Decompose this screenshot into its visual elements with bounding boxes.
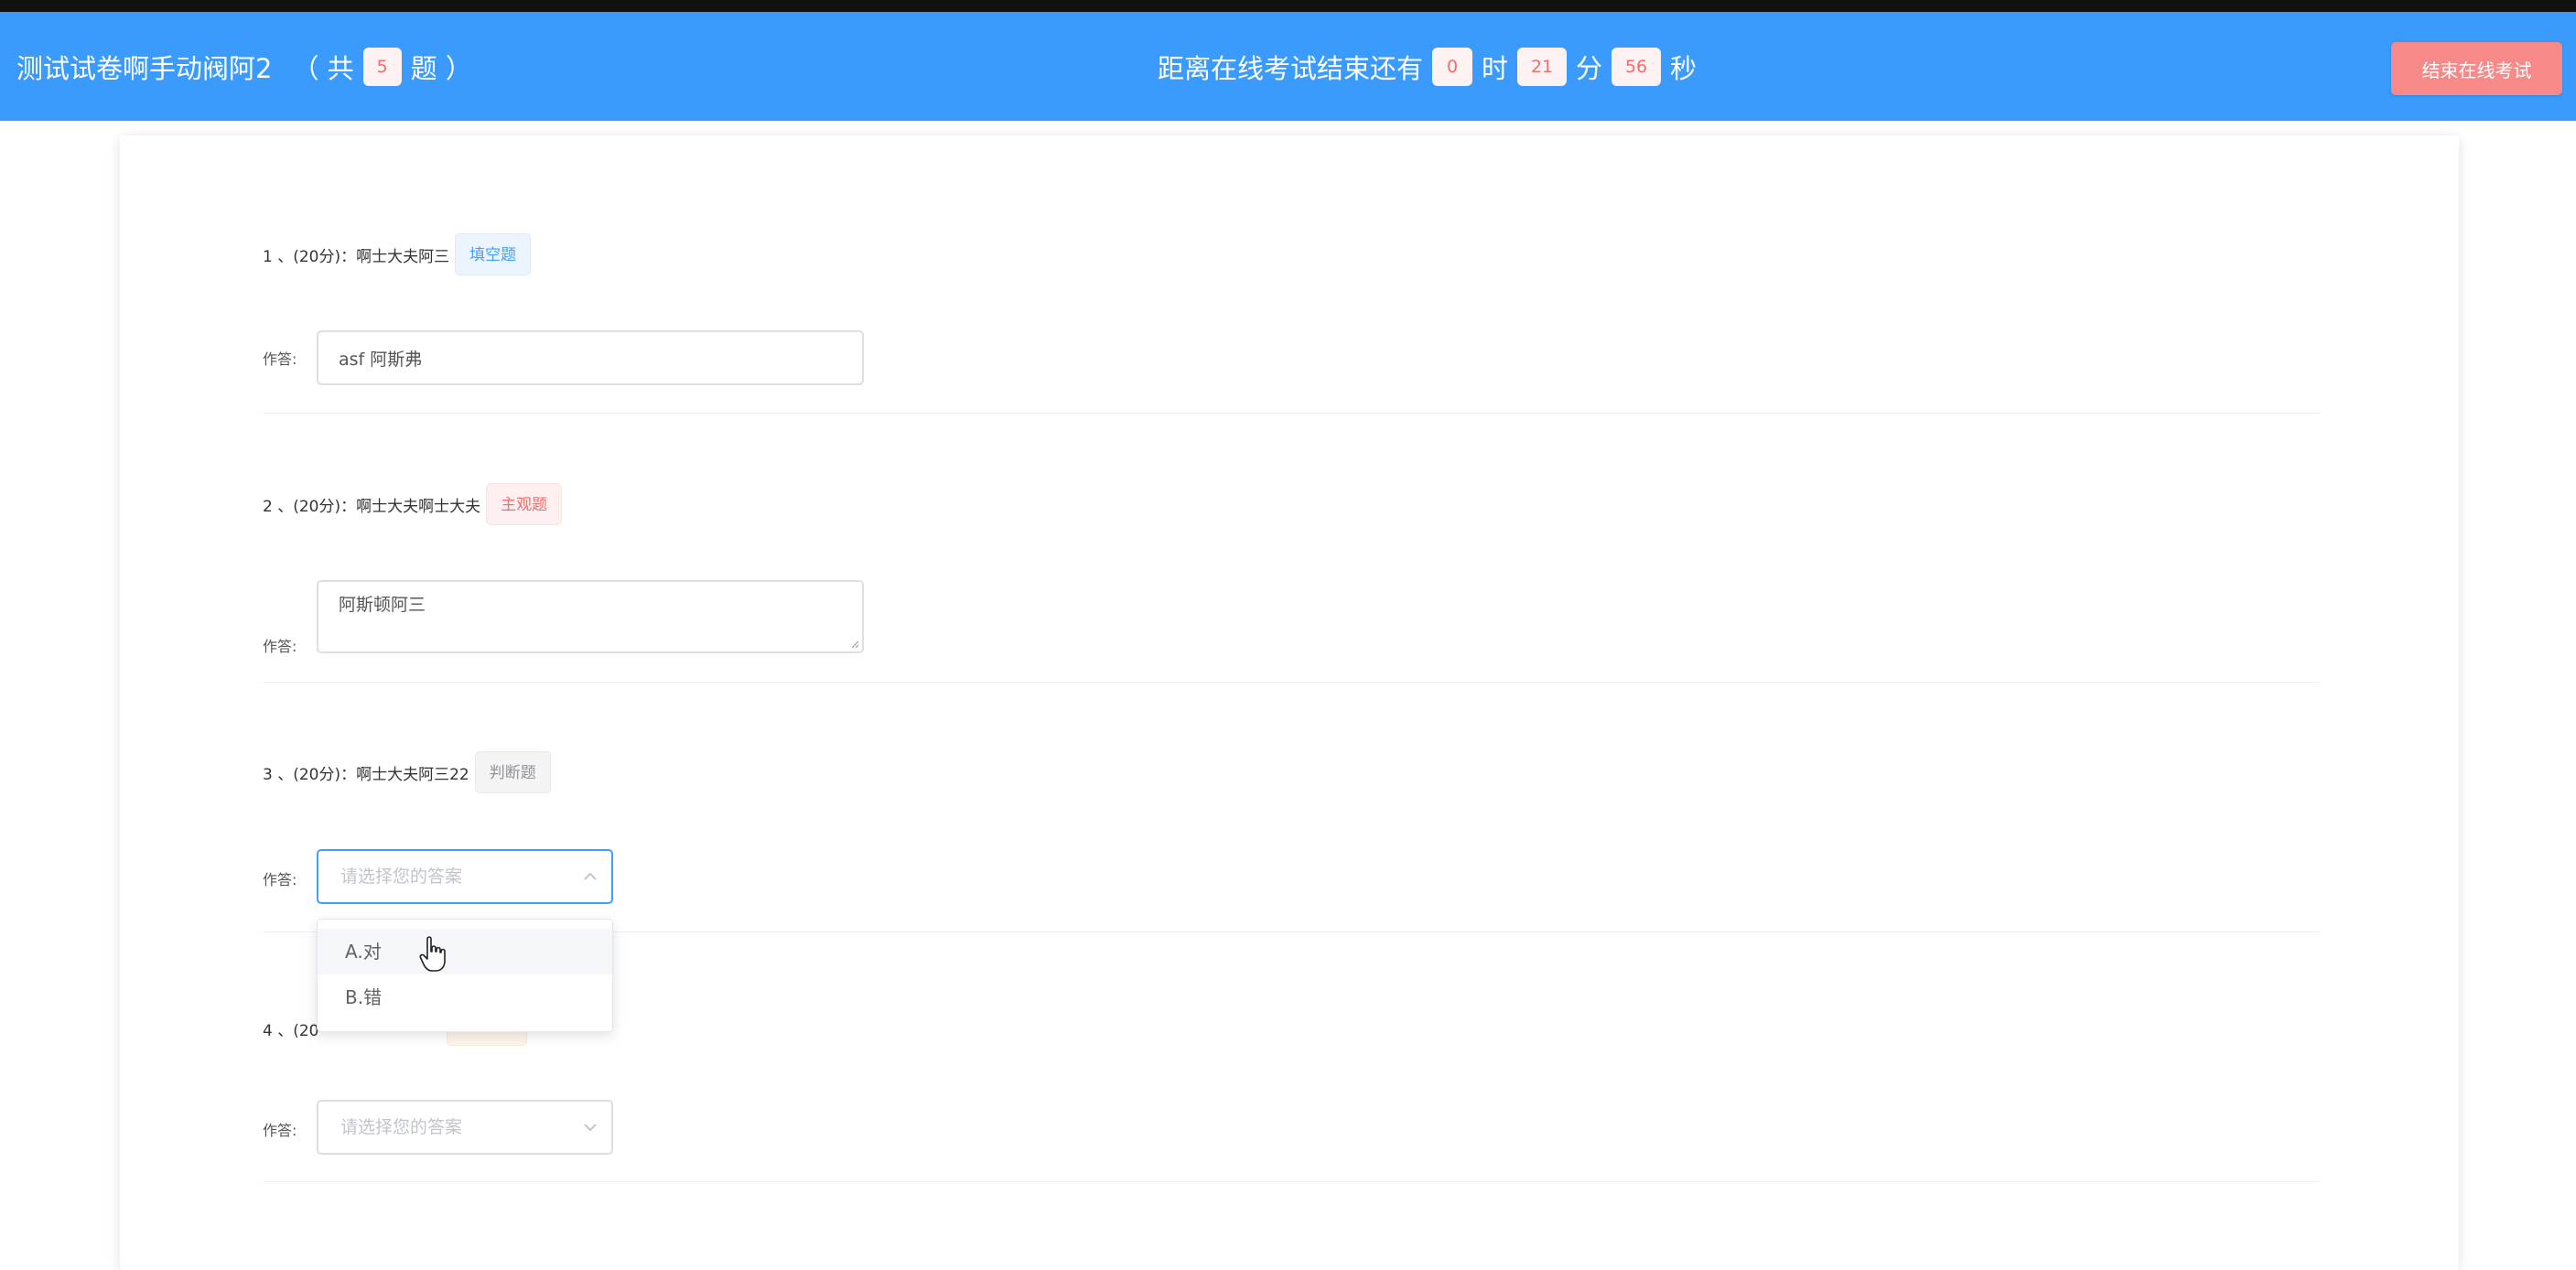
window-top-strip [0,0,2576,12]
exam-title-area: 测试试卷啊手动阀阿2 （ 共 5 题 ） [16,12,472,121]
question-2-title-row: 2 、(20分)：啊士大夫啊士大夫 主观题 [263,483,563,525]
end-exam-button[interactable]: 结束在线考试 [2391,42,2562,95]
question-4-answer-label: 作答: [263,1122,297,1139]
question-2-answer-label: 作答: [263,638,297,655]
question-count-badge: 5 [362,47,402,86]
option-a[interactable]: A.对 [318,929,612,974]
question-count-suffix: 题 ） [410,52,472,84]
question-1-divider [263,413,2320,414]
chevron-up-icon [584,872,597,880]
timer-hours: 0 [1432,47,1473,86]
question-count-prefix: （ 共 [292,52,354,84]
question-3-title: 3 、(20分)：啊士大夫阿三22 [263,765,469,784]
question-1-title: 1 、(20分)：啊士大夫阿三 [263,247,450,266]
timer-minutes-unit: 分 [1576,52,1603,84]
countdown-timer: 距离在线考试结束还有 0 时 21 分 56 秒 [1158,12,1697,121]
question-2-answer-textarea[interactable]: 阿斯顿阿三 [317,580,864,653]
timer-seconds-unit: 秒 [1670,52,1698,84]
question-1-title-row: 1 、(20分)：啊士大夫阿三 填空题 [263,233,532,275]
hand-pointer-icon [419,936,446,972]
question-3-type-tag: 判断题 [474,751,551,793]
question-2-type-tag: 主观题 [486,483,563,525]
timer-hours-unit: 时 [1482,52,1509,84]
question-4-select-placeholder: 请选择您的答案 [340,1117,463,1137]
question-3-select-placeholder: 请选择您的答案 [340,866,463,887]
question-1-type-tag: 填空题 [455,233,532,275]
question-2-answer-text: 阿斯顿阿三 [339,595,426,615]
exam-title: 测试试卷啊手动阀阿2 [16,52,273,84]
question-3-answer-select[interactable]: 请选择您的答案 [317,849,613,904]
question-1-answer-input[interactable] [317,330,864,385]
question-3-options-dropdown: A.对 B.错 [317,919,613,1032]
timer-prefix: 距离在线考试结束还有 [1158,52,1424,84]
resize-grip-icon[interactable] [850,640,859,649]
question-4-answer-select[interactable]: 请选择您的答案 [317,1100,613,1155]
question-4-divider [263,1181,2320,1182]
question-3-answer-label: 作答: [263,871,297,888]
timer-seconds: 56 [1611,47,1662,86]
question-2-divider [263,682,2320,683]
exam-header: 测试试卷啊手动阀阿2 （ 共 5 题 ） 距离在线考试结束还有 0 时 21 分… [0,12,2576,121]
chevron-down-icon [584,1124,597,1132]
option-b[interactable]: B.错 [318,974,612,1020]
question-2-title: 2 、(20分)：啊士大夫啊士大夫 [263,497,481,516]
question-4-title: 4 、(20 [263,1021,319,1040]
timer-minutes: 21 [1517,47,1568,86]
question-3-title-row: 3 、(20分)：啊士大夫阿三22 判断题 [263,751,551,793]
question-1-answer-label: 作答: [263,350,297,368]
